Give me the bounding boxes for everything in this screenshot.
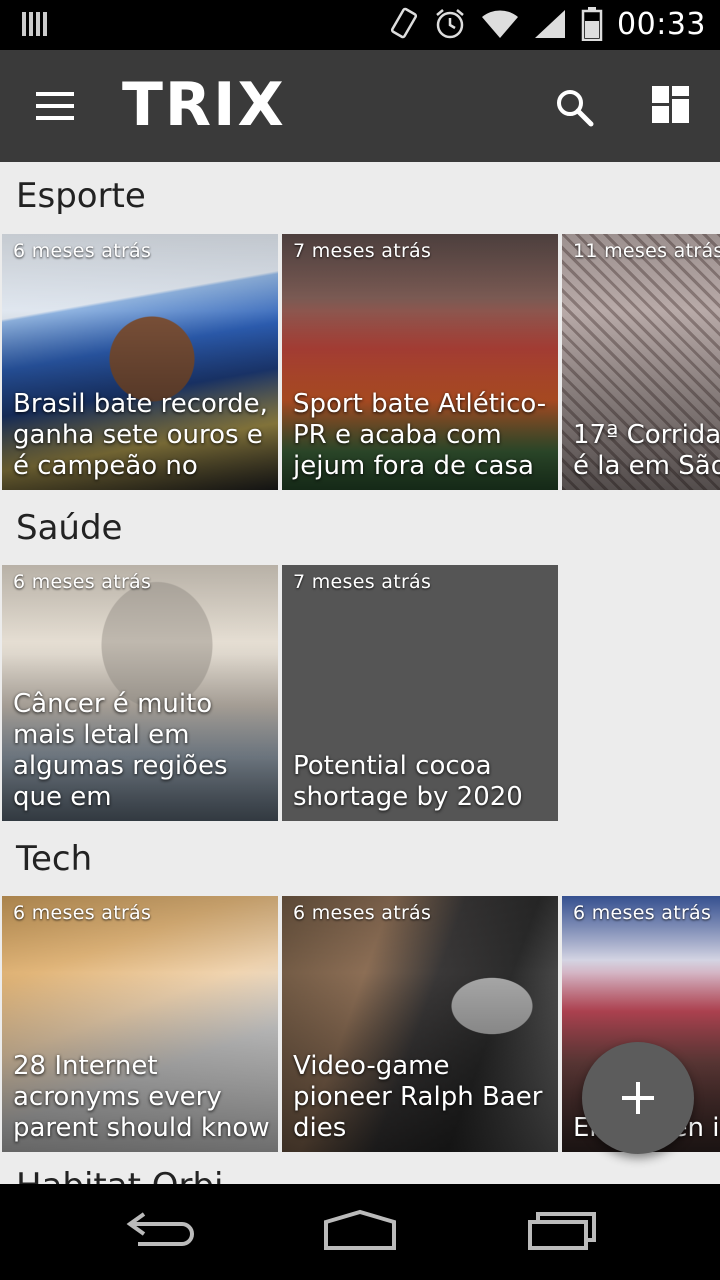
card-title: Brasil bate recorde, ganha sete ouros e … (13, 389, 268, 481)
news-card[interactable]: 7 meses atrás Sport bate Atlético-PR e a… (282, 234, 558, 490)
app-logo: TRIX (122, 70, 286, 140)
section-row-saude: 6 meses atrás Câncer é muito mais letal … (0, 565, 720, 821)
notification-icon (22, 10, 48, 42)
back-icon (126, 1212, 194, 1246)
navigation-bar (0, 1184, 720, 1280)
home-icon (324, 1209, 396, 1250)
app-bar: TRIX (0, 50, 720, 162)
card-title: 28 Internet acronyms every parent should… (13, 1051, 270, 1143)
section-title-tech: Tech (16, 839, 93, 879)
search-button[interactable] (552, 84, 598, 130)
card-title: 17ª Corrida Galinha é la em São Bent (573, 420, 720, 481)
news-card[interactable]: 6 meses atrás Video-game pioneer Ralph B… (282, 896, 558, 1152)
news-card[interactable]: 6 meses atrás Câncer é muito mais letal … (2, 565, 278, 821)
vibrate-icon (390, 7, 418, 39)
recents-icon (528, 1212, 596, 1250)
card-time: 6 meses atrás (13, 240, 152, 262)
card-time: 7 meses atrás (293, 571, 432, 593)
section-title-esporte: Esporte (16, 176, 146, 216)
card-time: 7 meses atrás (293, 240, 432, 262)
card-time: 6 meses atrás (13, 571, 152, 593)
section-title-saude: Saúde (16, 508, 123, 548)
status-bar: 00:33 (0, 0, 720, 50)
news-card[interactable]: 6 meses atrás Brasil bate recorde, ganha… (2, 234, 278, 490)
section-title-partial: Habitat Orbi (16, 1166, 224, 1184)
card-title: Video-game pioneer Ralph Baer dies (293, 1051, 543, 1143)
battery-icon (581, 7, 603, 41)
news-card[interactable]: 6 meses atrás 28 Internet acronyms every… (2, 896, 278, 1152)
back-button[interactable] (124, 1208, 194, 1258)
card-time: 6 meses atrás (573, 902, 712, 924)
dashboard-icon (652, 86, 689, 123)
news-card[interactable]: 7 meses atrás Potential cocoa shortage b… (282, 565, 558, 821)
signal-icon (535, 10, 566, 38)
section-row-esporte: 6 meses atrás Brasil bate recorde, ganha… (0, 234, 720, 490)
wifi-icon (482, 10, 519, 38)
card-time: 6 meses atrás (293, 902, 432, 924)
recents-button[interactable] (526, 1208, 598, 1258)
add-button[interactable] (582, 1042, 694, 1154)
home-button[interactable] (322, 1208, 398, 1258)
card-title: Câncer é muito mais letal em algumas reg… (13, 689, 228, 812)
card-title: Sport bate Atlético-PR e acaba com jejum… (293, 389, 547, 481)
layout-button[interactable] (652, 86, 692, 126)
card-time: 11 meses atrás (573, 240, 720, 262)
content-feed[interactable]: Esporte 6 meses atrás Brasil bate record… (0, 162, 720, 1184)
alarm-icon (436, 9, 464, 39)
search-icon (557, 90, 594, 127)
menu-icon (36, 92, 74, 120)
news-card[interactable]: 11 meses atrás 17ª Corrida Galinha é la … (562, 234, 720, 490)
card-title: Potential cocoa shortage by 2020 (293, 751, 523, 812)
card-time: 6 meses atrás (13, 902, 152, 924)
status-time: 00:33 (617, 6, 706, 42)
plus-icon (622, 1082, 654, 1114)
menu-button[interactable] (30, 84, 80, 128)
